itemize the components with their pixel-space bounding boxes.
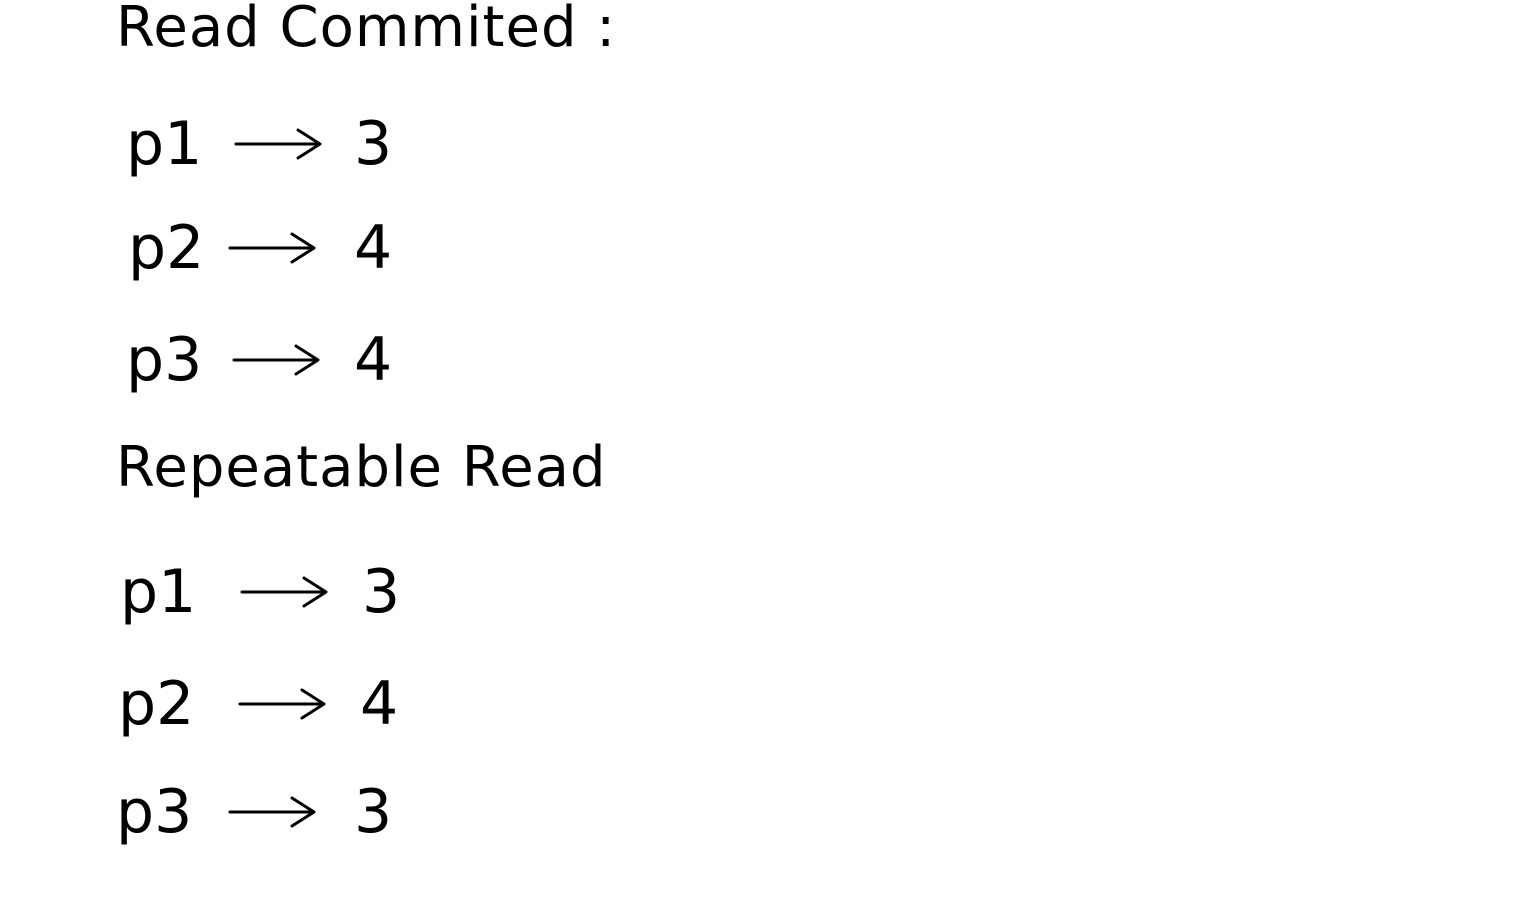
right-arrow-icon: → bbox=[240, 576, 328, 608]
note-canvas: Read Commited : p1 → 3 p2 → 4 p3 → 4 Rep… bbox=[0, 0, 1536, 920]
process-label: p2 bbox=[118, 669, 195, 739]
row-repeatable-read-p1: p1 → 3 bbox=[120, 552, 440, 632]
value-label: 4 bbox=[354, 325, 393, 395]
row-repeatable-read-p3: p3 → 3 bbox=[116, 772, 436, 852]
value-label: 4 bbox=[354, 213, 393, 283]
section-heading-repeatable-read: Repeatable Read bbox=[116, 435, 607, 500]
right-arrow-icon: → bbox=[228, 796, 316, 828]
row-read-committed-p1: p1 → 3 bbox=[126, 104, 446, 184]
value-label: 4 bbox=[360, 669, 399, 739]
row-repeatable-read-p2: p2 → 4 bbox=[118, 664, 438, 744]
process-label: p3 bbox=[116, 777, 193, 847]
right-arrow-icon: → bbox=[228, 232, 316, 264]
row-read-committed-p2: p2 → 4 bbox=[128, 208, 448, 288]
right-arrow-icon: → bbox=[234, 128, 322, 160]
row-read-committed-p3: p3 → 4 bbox=[126, 320, 446, 400]
process-label: p2 bbox=[128, 213, 205, 283]
right-arrow-icon: → bbox=[238, 688, 326, 720]
right-arrow-icon: → bbox=[232, 344, 320, 376]
section-heading-read-committed: Read Commited : bbox=[116, 0, 617, 60]
process-label: p1 bbox=[126, 109, 203, 179]
process-label: p1 bbox=[120, 557, 197, 627]
value-label: 3 bbox=[354, 109, 393, 179]
value-label: 3 bbox=[362, 557, 401, 627]
value-label: 3 bbox=[354, 777, 393, 847]
process-label: p3 bbox=[126, 325, 203, 395]
